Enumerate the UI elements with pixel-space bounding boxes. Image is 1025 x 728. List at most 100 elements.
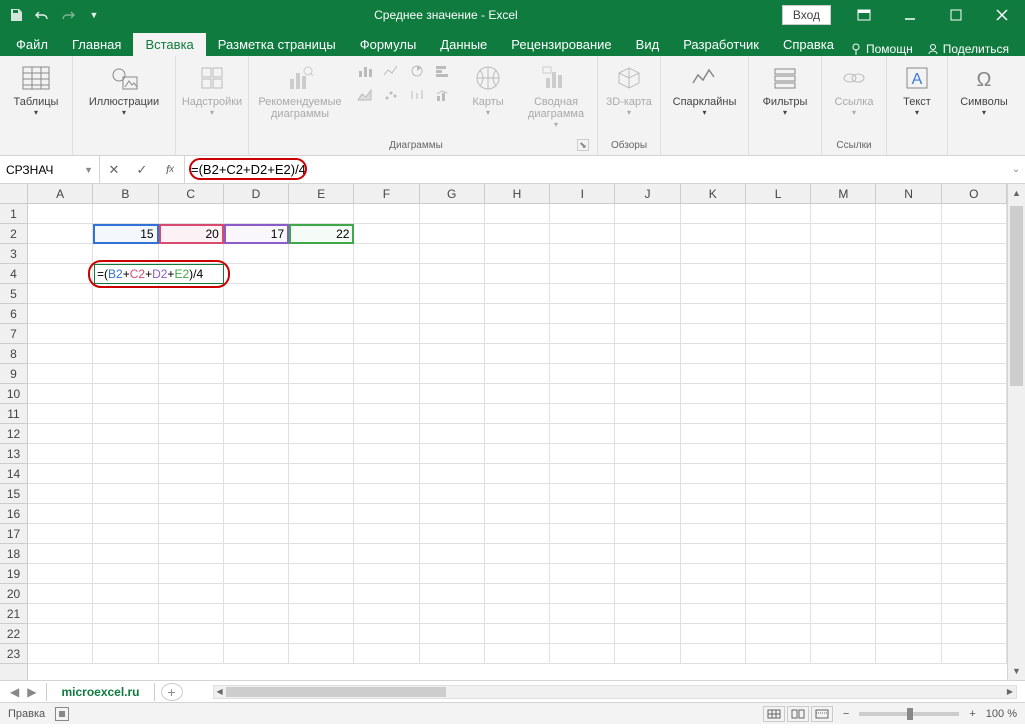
cell[interactable] [942, 524, 1007, 544]
cell[interactable] [681, 444, 746, 464]
cell[interactable] [550, 604, 615, 624]
pivotchart-button[interactable]: Сводная диаграмма▾ [521, 60, 591, 131]
cell[interactable] [615, 444, 680, 464]
row-header[interactable]: 1 [0, 204, 27, 224]
cell[interactable] [289, 624, 354, 644]
cell[interactable] [93, 464, 158, 484]
vertical-scrollbar[interactable]: ▲ ▼ [1007, 184, 1025, 680]
cell[interactable] [420, 284, 485, 304]
row-header[interactable]: 21 [0, 604, 27, 624]
cell[interactable] [485, 544, 550, 564]
cell[interactable] [942, 604, 1007, 624]
cell[interactable] [354, 444, 419, 464]
cell[interactable] [942, 244, 1007, 264]
tell-me[interactable]: Помощн [850, 42, 913, 56]
cell[interactable] [354, 264, 419, 284]
cell[interactable] [811, 504, 876, 524]
row-header[interactable]: 8 [0, 344, 27, 364]
vscroll-thumb[interactable] [1010, 206, 1023, 386]
cell[interactable] [876, 464, 941, 484]
3dmap-button[interactable]: 3D-карта▾ [604, 60, 654, 119]
cell[interactable] [811, 644, 876, 664]
row-header[interactable]: 5 [0, 284, 27, 304]
cell[interactable] [615, 364, 680, 384]
cell[interactable] [289, 304, 354, 324]
cell[interactable] [289, 424, 354, 444]
cell[interactable] [550, 564, 615, 584]
cell[interactable] [942, 504, 1007, 524]
row-header[interactable]: 18 [0, 544, 27, 564]
cell[interactable] [159, 504, 224, 524]
cell[interactable] [485, 284, 550, 304]
cell[interactable] [876, 264, 941, 284]
cell[interactable] [876, 324, 941, 344]
col-header[interactable]: N [876, 184, 941, 203]
row-header[interactable]: 15 [0, 484, 27, 504]
cell[interactable] [420, 484, 485, 504]
cell[interactable] [93, 544, 158, 564]
name-box-dropdown-icon[interactable]: ▼ [84, 165, 93, 175]
cell[interactable] [93, 404, 158, 424]
redo-icon[interactable] [60, 7, 76, 23]
illustrations-button[interactable]: Иллюстрации▾ [79, 60, 169, 119]
cell[interactable] [224, 284, 289, 304]
cell[interactable] [354, 344, 419, 364]
cell[interactable] [289, 644, 354, 664]
cell[interactable] [289, 444, 354, 464]
sparklines-button[interactable]: Спарклайны▾ [667, 60, 742, 119]
cell[interactable] [746, 524, 811, 544]
cell[interactable] [550, 624, 615, 644]
formula-input[interactable]: =(B2+C2+D2+E2)/4 [185, 156, 1007, 183]
sheet-next-icon[interactable]: ▶ [27, 685, 36, 699]
cell[interactable] [942, 224, 1007, 244]
cell[interactable] [681, 504, 746, 524]
cell[interactable] [485, 384, 550, 404]
cell[interactable] [354, 224, 419, 244]
cell[interactable] [289, 204, 354, 224]
cell[interactable] [811, 424, 876, 444]
enter-formula-icon[interactable]: ✓ [128, 156, 156, 183]
cell[interactable] [942, 384, 1007, 404]
row-header[interactable]: 10 [0, 384, 27, 404]
cell[interactable] [354, 564, 419, 584]
cell[interactable] [159, 424, 224, 444]
cell[interactable] [876, 224, 941, 244]
cell[interactable] [28, 524, 93, 544]
cell[interactable] [289, 404, 354, 424]
col-header[interactable]: L [746, 184, 811, 203]
cell[interactable] [354, 284, 419, 304]
cell[interactable] [354, 404, 419, 424]
cell[interactable] [159, 604, 224, 624]
cell[interactable] [615, 584, 680, 604]
cell[interactable] [224, 604, 289, 624]
col-header[interactable]: H [485, 184, 550, 203]
cell[interactable] [159, 484, 224, 504]
cell[interactable] [550, 344, 615, 364]
addins-button[interactable]: Надстройки▾ [182, 60, 242, 119]
cell[interactable] [550, 464, 615, 484]
row-header[interactable]: 6 [0, 304, 27, 324]
tab-pagelayout[interactable]: Разметка страницы [206, 33, 348, 56]
col-header[interactable]: I [550, 184, 615, 203]
cell[interactable] [420, 324, 485, 344]
chart-column-icon[interactable] [353, 60, 377, 82]
cell[interactable] [485, 224, 550, 244]
cell[interactable] [354, 364, 419, 384]
cell[interactable] [681, 364, 746, 384]
cell[interactable] [93, 504, 158, 524]
cell[interactable] [354, 464, 419, 484]
cell[interactable] [811, 284, 876, 304]
row-header[interactable]: 14 [0, 464, 27, 484]
cell[interactable] [876, 604, 941, 624]
hscroll-thumb[interactable] [226, 687, 446, 697]
cell[interactable] [354, 604, 419, 624]
row-header[interactable]: 7 [0, 324, 27, 344]
cell[interactable] [28, 484, 93, 504]
cell[interactable] [354, 324, 419, 344]
cell[interactable] [28, 324, 93, 344]
cell[interactable] [224, 544, 289, 564]
cell[interactable] [811, 524, 876, 544]
ribbon-display-icon[interactable] [841, 0, 887, 30]
cell[interactable] [354, 644, 419, 664]
col-header[interactable]: C [159, 184, 224, 203]
